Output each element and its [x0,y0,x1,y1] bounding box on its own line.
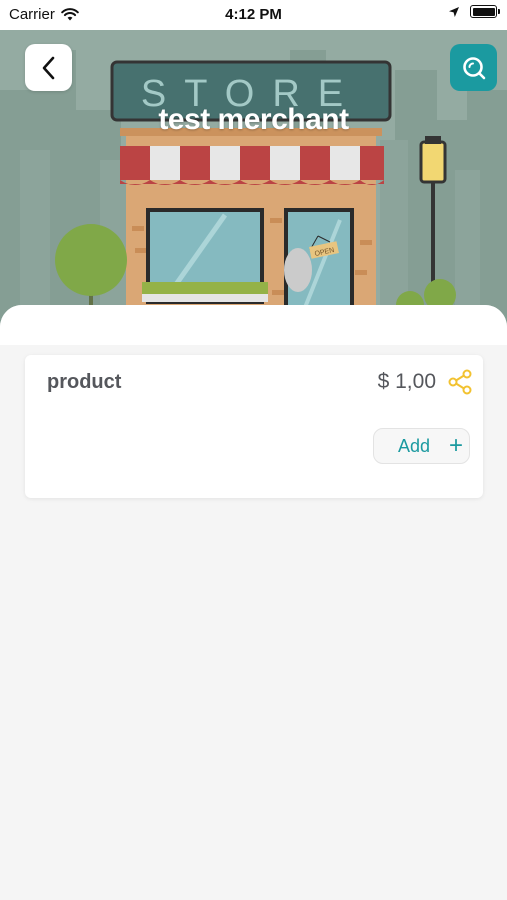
status-right-group [448,5,500,18]
store-banner-image: STORE OPEN [0,30,507,342]
chevron-left-icon [42,56,54,79]
product-list-sheet: product $ 1,00 Add + [0,305,507,900]
search-icon [462,56,485,79]
add-label: Add [398,435,431,456]
product-name: product [47,371,122,393]
plus-icon: + [448,432,463,459]
sheet-header [0,305,507,345]
status-bar: Carrier 4:12 PM [0,0,507,30]
location-arrow-icon [449,6,459,17]
back-button[interactable] [25,44,72,91]
add-to-cart-button[interactable]: Add + [373,428,470,464]
product-card[interactable]: product $ 1,00 Add + [25,355,483,498]
share-icon [448,369,472,395]
product-price: $ 1,00 [377,370,436,393]
battery-icon [470,5,500,18]
share-button[interactable] [447,369,473,395]
status-time: 4:12 PM [225,6,282,23]
search-button[interactable] [450,44,497,91]
merchant-name: test merchant [158,103,349,136]
